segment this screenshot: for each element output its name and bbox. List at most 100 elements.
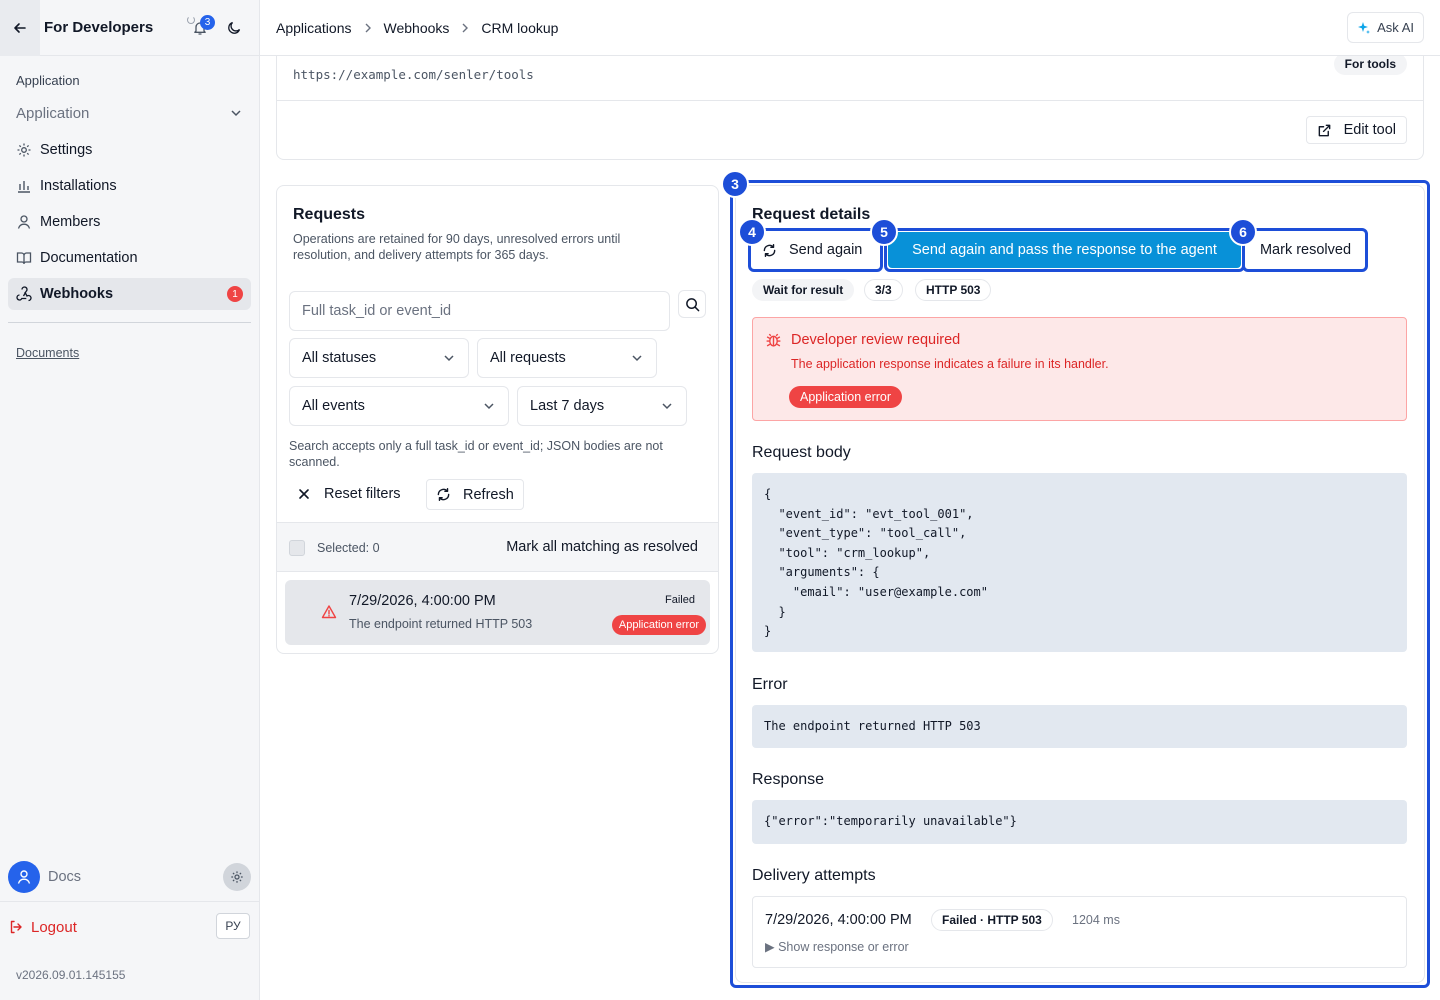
breadcrumb-current: CRM lookup [481, 19, 559, 36]
event-filter-value: All events [302, 398, 365, 414]
notifications-button[interactable]: 3 [185, 13, 215, 43]
delivery-attempts-title: Delivery attempts [752, 867, 876, 884]
user-icon [17, 870, 31, 884]
refresh-button[interactable]: Refresh [426, 479, 524, 510]
user-settings-button[interactable] [223, 863, 251, 891]
chevron-right-icon [462, 23, 469, 32]
gear-icon [17, 143, 31, 157]
refresh-icon [763, 243, 776, 257]
bulk-actions-bar: Selected: 0 Mark all matching as resolve… [277, 522, 718, 572]
refresh-icon [437, 487, 450, 502]
request-row[interactable]: 7/29/2026, 4:00:00 PM The endpoint retur… [285, 580, 710, 645]
request-status: Failed [665, 594, 695, 606]
response-title: Response [752, 771, 825, 788]
sidebar-divider [8, 322, 251, 323]
sidebar-item-settings[interactable]: Settings [8, 134, 251, 166]
search-button[interactable] [678, 290, 706, 318]
language-switch-button[interactable]: РУ [216, 913, 250, 939]
moon-icon [228, 21, 241, 34]
breadcrumb-applications[interactable]: Applications [276, 20, 352, 36]
book-icon [16, 252, 32, 265]
sidebar-item-label: Settings [40, 142, 93, 158]
send-again-pass-response-button[interactable]: Send again and pass the response to the … [888, 232, 1241, 268]
send-again-pass-response-label: Send again and pass the response to the … [912, 242, 1217, 258]
sidebar-item-documentation[interactable]: Documentation [8, 242, 251, 274]
request-search-input[interactable] [289, 291, 670, 331]
period-filter-value: Last 7 days [530, 398, 605, 414]
http-status-tag: HTTP 503 [915, 279, 992, 301]
requests-title: Requests [293, 206, 366, 223]
chevron-down-icon [662, 403, 672, 410]
ask-ai-label: Ask AI [1377, 20, 1414, 35]
external-link-icon [1318, 124, 1330, 136]
breadcrumb-webhooks[interactable]: Webhooks [384, 20, 450, 36]
requests-panel: Requests Operations are retained for 90 … [276, 185, 719, 654]
reset-filters-label: Reset filters [324, 486, 401, 502]
back-button[interactable] [0, 0, 40, 56]
sidebar-item-members[interactable]: Members [8, 206, 251, 238]
attempt-date: 7/29/2026, 4:00:00 PM [765, 912, 912, 928]
attempt-duration: 1204 ms [1072, 913, 1120, 927]
mark-all-resolved-button[interactable]: Mark all matching as resolved [506, 539, 698, 555]
filter-hint: Search accepts only a full task_id or ev… [289, 439, 663, 469]
sparkle-icon [1358, 21, 1371, 34]
attempt-status-badge: Failed · HTTP 503 [931, 909, 1053, 931]
bar-chart-icon [18, 181, 30, 193]
edit-tool-label: Edit tool [1343, 122, 1396, 138]
ask-ai-button[interactable]: Ask AI [1347, 12, 1424, 43]
status-filter-select[interactable]: All statuses [289, 338, 469, 378]
request-filter-select[interactable]: All requests [477, 338, 657, 378]
sidebar-item-label: Documentation [40, 250, 138, 266]
period-filter-select[interactable]: Last 7 days [517, 386, 687, 426]
logout-icon [10, 920, 22, 934]
request-body-code: { "event_id": "evt_tool_001", "event_typ… [752, 473, 1407, 652]
sidebar-item-installations[interactable]: Installations [8, 170, 251, 202]
event-filter-select[interactable]: All events [289, 386, 509, 426]
arrow-left-icon [14, 22, 26, 33]
breadcrumb: Applications Webhooks CRM lookup [276, 20, 558, 36]
sidebar-item-label: Webhooks [40, 286, 114, 302]
documents-link[interactable]: Documents [16, 346, 79, 360]
row-checkbox[interactable] [293, 605, 309, 621]
requests-description: Operations are retained for 90 days, unr… [293, 232, 621, 262]
request-date: 7/29/2026, 4:00:00 PM [349, 593, 496, 609]
tool-type-badge: For tools [1333, 53, 1407, 75]
mark-resolved-button[interactable]: Mark resolved [1246, 232, 1365, 268]
top-bar: Applications Webhooks CRM lookup Ask AI [260, 0, 1440, 56]
application-select-value: Application [16, 104, 90, 122]
annotation-marker: 6 [1229, 218, 1257, 246]
chevron-down-icon [632, 355, 642, 362]
attempts-tag: 3/3 [864, 279, 903, 301]
refresh-label: Refresh [463, 486, 514, 503]
app-version: v2026.09.01.145155 [16, 968, 126, 982]
chevron-down-icon [444, 355, 454, 362]
theme-toggle[interactable] [219, 13, 249, 43]
error-code: The endpoint returned HTTP 503 [752, 705, 1407, 748]
chevron-right-icon [365, 23, 371, 32]
user-icon [17, 215, 31, 229]
sidebar-item-label: Installations [40, 178, 117, 194]
sidebar-header: For Developers 3 [0, 0, 259, 56]
webhooks-count-badge: 1 [227, 286, 243, 302]
application-select[interactable]: Application [8, 98, 251, 128]
selected-count: Selected: 0 [317, 541, 380, 555]
alert-title: Developer review required [791, 332, 961, 348]
sidebar-item-webhooks[interactable]: Webhooks 1 [8, 278, 251, 310]
response-code: {"error":"temporarily unavailable"} [752, 800, 1407, 844]
logout-button[interactable]: Logout [8, 913, 77, 941]
avatar[interactable] [8, 861, 40, 893]
sidebar: For Developers 3 Application Application… [0, 0, 260, 1000]
annotation-marker: 3 [721, 170, 749, 198]
send-again-button[interactable]: Send again [752, 232, 883, 268]
edit-tool-button[interactable]: Edit tool [1305, 116, 1407, 144]
sidebar-title: For Developers [44, 19, 154, 36]
alert-error-badge: Application error [789, 386, 903, 408]
show-response-toggle[interactable]: ▶ Show response or error [765, 939, 909, 954]
tool-card-divider [277, 100, 1423, 101]
request-details-title: Request details [752, 206, 871, 223]
send-again-label: Send again [789, 242, 863, 258]
reset-filters-button[interactable]: Reset filters [289, 479, 405, 509]
select-all-checkbox[interactable] [289, 540, 305, 556]
request-filter-value: All requests [490, 350, 566, 366]
chevron-down-icon [484, 403, 494, 410]
